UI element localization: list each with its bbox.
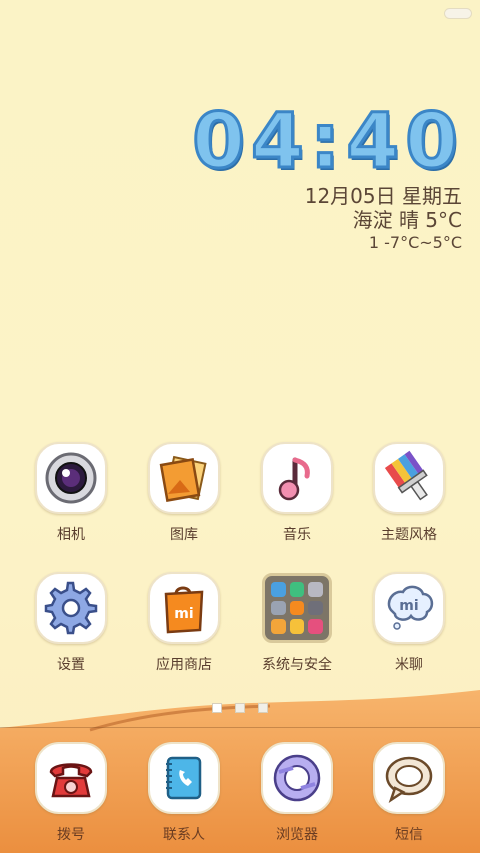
dock-label: 短信 xyxy=(395,827,423,843)
page-dot-1 xyxy=(211,703,222,713)
app-miliao[interactable]: mi 米聊 xyxy=(359,572,459,674)
app-camera[interactable]: 相机 xyxy=(21,442,121,544)
contacts-icon xyxy=(148,742,220,814)
system-folder-icon xyxy=(261,572,333,644)
dock-label: 浏览器 xyxy=(276,827,318,843)
date-weather-widget[interactable]: 12月05日 星期五 海淀 晴 5°C 1 -7°C~5°C xyxy=(305,184,462,254)
app-store-bag-icon: mi xyxy=(148,572,220,644)
temperature-range-text: 1 -7°C~5°C xyxy=(368,233,462,252)
gallery-icon xyxy=(148,442,220,514)
svg-text:mi: mi xyxy=(399,598,418,614)
weather-text: 海淀 晴 5°C xyxy=(352,208,462,232)
camera-icon xyxy=(35,442,107,514)
dock-label: 联系人 xyxy=(163,827,205,843)
app-label: 音乐 xyxy=(283,527,311,543)
page-dot-3 xyxy=(258,703,269,713)
app-gallery[interactable]: 图库 xyxy=(134,442,234,544)
app-label: 图库 xyxy=(170,527,198,543)
date-text: 12月05日 星期五 xyxy=(304,184,462,208)
app-label: 系统与安全 xyxy=(262,657,332,673)
clock-widget[interactable]: 04:40 xyxy=(191,95,464,187)
dock-label: 拨号 xyxy=(57,827,85,843)
messages-icon xyxy=(373,742,445,814)
dock-phone[interactable]: 拨号 xyxy=(21,742,121,844)
dock-browser[interactable]: 浏览器 xyxy=(247,742,347,844)
theme-brush-icon xyxy=(373,442,445,514)
page-indicator xyxy=(0,698,480,717)
browser-icon xyxy=(261,742,333,814)
music-icon xyxy=(261,442,333,514)
app-label: 主题风格 xyxy=(381,527,437,543)
app-theme[interactable]: 主题风格 xyxy=(359,442,459,544)
app-label: 相机 xyxy=(57,527,85,543)
dock-divider xyxy=(0,727,480,728)
app-music[interactable]: 音乐 xyxy=(247,442,347,544)
app-settings[interactable]: 设置 xyxy=(21,572,121,674)
app-label: 应用商店 xyxy=(156,657,212,673)
miliao-chat-icon: mi xyxy=(373,572,445,644)
dock-messages[interactable]: 短信 xyxy=(359,742,459,844)
app-folder-system[interactable]: 系统与安全 xyxy=(247,572,347,674)
svg-text:mi: mi xyxy=(174,606,193,622)
app-label: 设置 xyxy=(57,657,85,673)
dock-contacts[interactable]: 联系人 xyxy=(134,742,234,844)
app-store[interactable]: mi 应用商店 xyxy=(134,572,234,674)
app-label: 米聊 xyxy=(395,657,423,673)
phone-icon xyxy=(35,742,107,814)
status-indicator xyxy=(444,8,472,19)
settings-gear-icon xyxy=(35,572,107,644)
page-dot-2 xyxy=(235,703,245,713)
